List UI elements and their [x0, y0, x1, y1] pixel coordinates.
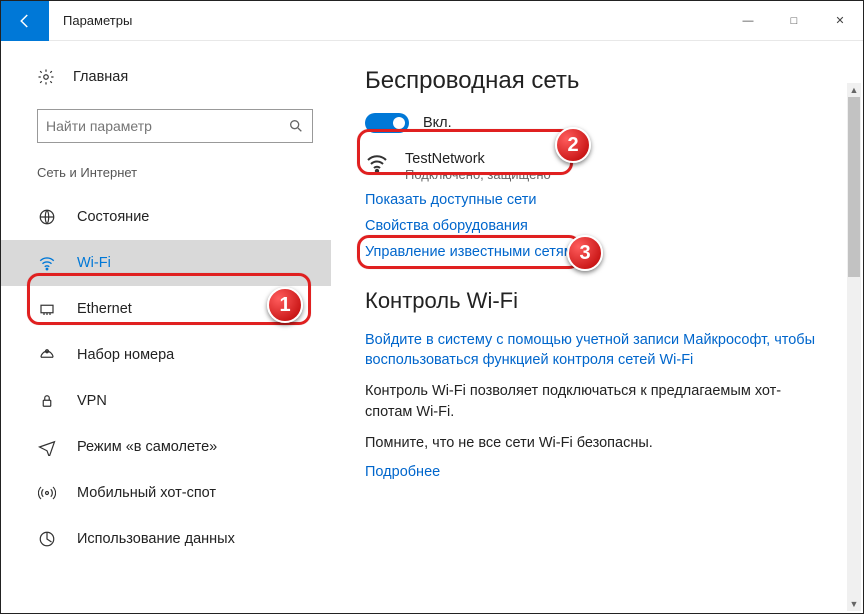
sidebar-item-airplane[interactable]: Режим «в самолете» — [1, 424, 331, 470]
wifi-control-warn: Помните, что не все сети Wi-Fi безопасны… — [365, 433, 825, 454]
wifi-toggle-label: Вкл. — [423, 115, 452, 131]
scrollbar[interactable]: ▲ ▼ — [847, 83, 861, 611]
scroll-up-icon[interactable]: ▲ — [847, 83, 861, 97]
sidebar-home-label: Главная — [73, 69, 128, 85]
network-name: TestNetwork — [405, 151, 551, 167]
wifi-toggle-row: Вкл. — [365, 113, 833, 133]
sidebar-item-status[interactable]: Состояние — [1, 194, 331, 240]
sidebar-item-label: Ethernet — [77, 301, 132, 317]
arrow-left-icon — [16, 12, 34, 30]
wifi-control-desc: Контроль Wi-Fi позволяет подключаться к … — [365, 381, 825, 423]
body: Главная Сеть и Интернет Состояние Wi — [1, 41, 863, 613]
network-status: Подключено, защищено — [405, 167, 551, 182]
sidebar-item-dialup[interactable]: Набор номера — [1, 332, 331, 378]
link-show-networks[interactable]: Показать доступные сети — [365, 192, 833, 208]
sidebar-item-label: Мобильный хот-спот — [77, 485, 216, 501]
vpn-icon — [37, 391, 57, 411]
link-known-networks[interactable]: Управление известными сетями — [365, 244, 833, 260]
sidebar-home[interactable]: Главная — [1, 55, 331, 99]
maximize-button[interactable]: □ — [771, 1, 817, 41]
sidebar-item-label: Режим «в самолете» — [77, 439, 217, 455]
sidebar-item-datausage[interactable]: Использование данных — [1, 516, 331, 562]
gear-icon — [37, 68, 55, 86]
window-title: Параметры — [63, 13, 132, 28]
network-info: TestNetwork Подключено, защищено — [405, 151, 551, 182]
content-panel: Беспроводная сеть Вкл. TestNetwork Подкл… — [331, 41, 863, 613]
sidebar-item-hotspot[interactable]: Мобильный хот-спот — [1, 470, 331, 516]
minimize-button[interactable]: — — [725, 1, 771, 41]
connected-network[interactable]: TestNetwork Подключено, защищено — [365, 151, 833, 182]
search-input[interactable] — [46, 118, 288, 134]
heading-wireless: Беспроводная сеть — [365, 67, 833, 95]
link-learn-more[interactable]: Подробнее — [365, 464, 833, 480]
sidebar-item-vpn[interactable]: VPN — [1, 378, 331, 424]
scroll-down-icon[interactable]: ▼ — [847, 597, 861, 611]
link-hardware-props[interactable]: Свойства оборудования — [365, 218, 833, 234]
sidebar-item-label: VPN — [77, 393, 107, 409]
ethernet-icon — [37, 299, 57, 319]
link-signin-ms[interactable]: Войдите в систему с помощью учетной запи… — [365, 330, 825, 371]
scrollbar-thumb[interactable] — [848, 97, 860, 277]
sidebar-item-label: Использование данных — [77, 531, 235, 547]
close-button[interactable]: ✕ — [817, 1, 863, 41]
wifi-icon — [37, 253, 57, 273]
sidebar-item-wifi[interactable]: Wi-Fi — [1, 240, 331, 286]
sidebar-item-ethernet[interactable]: Ethernet — [1, 286, 331, 332]
category-label: Сеть и Интернет — [1, 159, 331, 194]
search-box[interactable] — [37, 109, 313, 143]
settings-window: Параметры — □ ✕ Главная Сеть и И — [0, 0, 864, 614]
globe-icon — [37, 207, 57, 227]
dialup-icon — [37, 345, 57, 365]
sidebar-item-label: Состояние — [77, 209, 149, 225]
wifi-signal-icon — [365, 151, 389, 175]
airplane-icon — [37, 437, 57, 457]
back-button[interactable] — [1, 1, 49, 41]
hotspot-icon — [37, 483, 57, 503]
sidebar-item-label: Набор номера — [77, 347, 174, 363]
heading-wifi-control: Контроль Wi-Fi — [365, 288, 833, 314]
titlebar: Параметры — □ ✕ — [1, 1, 863, 41]
sidebar: Главная Сеть и Интернет Состояние Wi — [1, 41, 331, 613]
wifi-toggle[interactable] — [365, 113, 409, 133]
toggle-knob — [393, 117, 405, 129]
data-usage-icon — [37, 529, 57, 549]
window-controls: — □ ✕ — [725, 1, 863, 41]
sidebar-item-label: Wi-Fi — [77, 255, 111, 271]
search-icon — [288, 118, 304, 134]
